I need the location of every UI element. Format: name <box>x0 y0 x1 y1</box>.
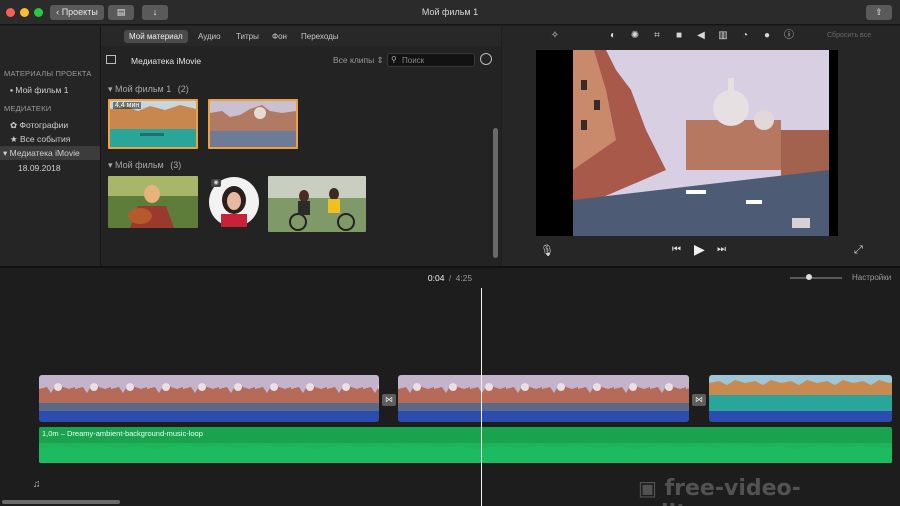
cyclists-image <box>268 176 366 232</box>
star-icon: ★ <box>10 134 18 144</box>
speed-icon[interactable]: ◔ <box>738 29 752 43</box>
libraries-heading: МЕДИАТЕКИ <box>4 104 52 113</box>
tab-audio[interactable]: Аудио <box>193 30 226 43</box>
reset-all-button[interactable]: Сбросить все <box>827 32 871 39</box>
share-button[interactable]: ⇧ <box>866 5 892 20</box>
media-browser: Медиатека iMovie Все клипы ⇕ ⚲ Поиск ▾ М… <box>101 46 501 266</box>
timecode: 0:04 / 4:25 <box>427 273 473 283</box>
clip-thumbnail-venice[interactable] <box>208 99 298 149</box>
skip-back-icon[interactable]: ⏮ <box>672 244 681 255</box>
sidebar-item-all-events[interactable]: ★ Все события <box>0 132 100 146</box>
fullscreen-icon[interactable]: ⤢ <box>854 244 863 257</box>
search-icon: ⚲ <box>391 55 397 64</box>
info-icon[interactable]: ⓘ <box>782 29 796 43</box>
browser-title: Медиатека iMovie <box>131 56 202 66</box>
clip-thumbnail-guitar[interactable] <box>108 176 198 228</box>
clip-thumbnail-canal[interactable]: 4,4 мин <box>108 99 198 149</box>
title-bar: ‹ Проекты ▤ ↓ Мой фильм 1 ⇧ <box>0 0 900 25</box>
group2-header[interactable]: ▾ Мой фильм (3) <box>108 160 181 171</box>
filter-icon[interactable]: ● <box>760 29 774 43</box>
venice-filmstrip <box>39 375 379 422</box>
playhead[interactable] <box>481 288 482 506</box>
film-icon: ▪ <box>10 85 14 95</box>
adjustments-toolbar: ✧ ◐ ✺ ⌗ ■ ◀ ▥ ◔ ● ⓘ Сбросить все <box>502 26 900 46</box>
music-note-icon[interactable]: ♫ <box>33 479 41 490</box>
sidebar-item-photos[interactable]: ✿ Фотографии <box>0 118 100 132</box>
volume-icon[interactable]: ◀ <box>694 29 708 43</box>
settings-gear-icon[interactable] <box>480 53 492 65</box>
photo-thumbnail-portrait[interactable]: ◉ <box>208 176 260 228</box>
palette-icon[interactable]: ✺ <box>628 29 642 43</box>
crop-icon[interactable]: ⌗ <box>650 29 664 43</box>
disclosure-triangle-icon: ▾ <box>108 160 113 170</box>
watermark: ▣ free-video-editors.ru <box>638 476 801 506</box>
clips-filter-select[interactable]: Все клипы ⇕ <box>333 55 384 66</box>
timeline: 0:04 / 4:25 Настройки ⋈ ⋈ 1,0m – Dreamy-… <box>0 268 900 506</box>
venice-preview-image <box>536 50 838 236</box>
search-field[interactable]: ⚲ Поиск <box>387 53 475 67</box>
disclosure-triangle-icon: ▾ <box>108 84 113 94</box>
camera-icon: ◉ <box>211 179 221 187</box>
guitar-image <box>108 176 198 228</box>
transition-marker[interactable]: ⋈ <box>382 394 396 406</box>
magic-wand-icon[interactable]: ✧ <box>548 29 562 43</box>
libraries-sidebar: МАТЕРИАЛЫ ПРОЕКТА ▪ Мой фильм 1 МЕДИАТЕК… <box>0 26 101 266</box>
updown-chevron-icon: ⇕ <box>376 55 384 65</box>
clip-thumbnail-cyclists[interactable] <box>268 176 366 232</box>
play-logo-icon: ▣ <box>638 476 657 500</box>
window-title: Мой фильм 1 <box>421 7 479 17</box>
sidebar-item-event-date[interactable]: 18.09.2018 <box>0 161 100 175</box>
sidebar-item-imovie-library[interactable]: ▾ Медиатека iMovie <box>0 146 100 160</box>
canal-filmstrip <box>709 375 892 422</box>
venice-image <box>210 101 296 147</box>
timeline-settings-button[interactable]: Настройки <box>852 273 891 282</box>
tab-transitions[interactable]: Переходы <box>296 30 344 43</box>
zoom-slider-knob[interactable] <box>806 274 812 280</box>
share-icon: ⇧ <box>875 7 883 17</box>
sidebar-item-project[interactable]: ▪ Мой фильм 1 <box>0 83 100 97</box>
browser-scrollbar[interactable] <box>493 128 498 258</box>
disclosure-triangle-icon: ▾ <box>3 148 8 158</box>
timeline-clip-venice-2[interactable] <box>398 375 689 422</box>
venice-filmstrip <box>398 375 689 422</box>
browser-toolbar: Медиатека iMovie Все клипы ⇕ ⚲ Поиск <box>101 50 501 72</box>
tab-my-media[interactable]: Мой материал <box>124 30 188 43</box>
play-icon[interactable]: ▶ <box>694 241 705 258</box>
timeline-clip-venice-1[interactable] <box>39 375 379 422</box>
microphone-icon[interactable]: 🎙 <box>540 244 554 257</box>
tab-titles[interactable]: Титры <box>231 30 264 43</box>
tab-backgrounds[interactable]: Фон <box>267 30 292 43</box>
timeline-scrollbar[interactable] <box>2 500 120 504</box>
zoom-slider[interactable] <box>790 274 842 280</box>
projects-heading: МАТЕРИАЛЫ ПРОЕКТА <box>4 69 92 78</box>
photos-icon: ✿ <box>10 120 18 130</box>
equalizer-icon[interactable]: ▥ <box>716 29 730 43</box>
video-preview <box>536 50 838 236</box>
audio-clip-label: 1,0m – Dreamy-ambient-background-music-l… <box>42 429 203 438</box>
group1-header[interactable]: ▾ Мой фильм 1 (2) <box>108 84 189 95</box>
viewer-panel: ✧ ◐ ✺ ⌗ ■ ◀ ▥ ◔ ● ⓘ Сбросить все 🎙 ⏮ ▶ ⏭… <box>502 26 900 266</box>
camera-icon[interactable]: ■ <box>672 29 686 43</box>
audio-clip-music[interactable]: 1,0m – Dreamy-ambient-background-music-l… <box>39 427 892 463</box>
sidebar-toggle-icon[interactable] <box>106 55 116 64</box>
timeline-clip-canal[interactable] <box>709 375 892 422</box>
media-tabs: Мой материал Аудио Титры Фон Переходы <box>101 26 501 46</box>
transition-marker[interactable]: ⋈ <box>692 394 706 406</box>
clip-duration-badge: 4,4 мин <box>113 102 142 109</box>
color-balance-icon[interactable]: ◐ <box>606 29 620 43</box>
skip-forward-icon[interactable]: ⏭ <box>717 244 726 255</box>
